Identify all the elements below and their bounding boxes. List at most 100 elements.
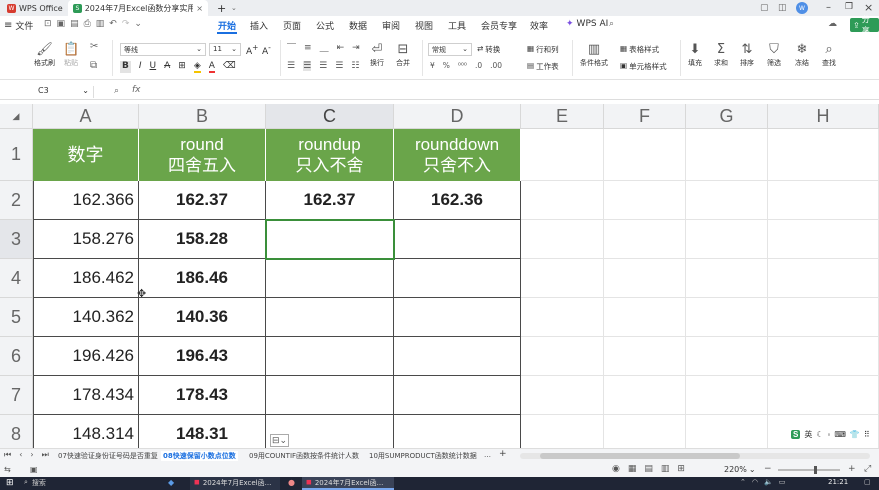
search-icon[interactable]: ⌕ [609,19,614,29]
window-layout-icon[interactable]: ▢ [760,3,769,13]
cell-g6[interactable] [686,337,768,376]
cell-e5[interactable] [521,298,604,337]
strikethrough-icon[interactable]: A [164,61,170,73]
cell-g4[interactable] [686,259,768,298]
tray-chevron-icon[interactable]: ⌃ [740,478,746,486]
notification-icon[interactable]: ▢ [864,478,871,486]
merge-button[interactable]: ⊟ 合并 [396,42,410,68]
sheet-tab[interactable]: 10用SUMPRODUCT函数统计数据 [369,451,477,461]
indent-less-icon[interactable]: ⇤ [337,43,345,53]
zoom-slider-thumb[interactable] [814,466,817,474]
align-top-icon[interactable]: ⎺ [287,43,296,53]
cell-d5[interactable] [394,298,521,337]
first-sheet-icon[interactable]: ⏮ [4,450,11,460]
row-header-5[interactable]: 5 [0,298,33,337]
cell-f1[interactable] [604,129,686,181]
tab-list-dropdown[interactable]: ⌄ [226,0,242,16]
share-button[interactable]: ⇪ 分享 [850,15,879,35]
cell-f2[interactable] [604,181,686,220]
wifi-icon[interactable]: ◠ [752,478,758,486]
font-name-select[interactable]: 等线 ⌄ [120,43,206,56]
row-header-4[interactable]: 4 [0,259,33,298]
cell-h3[interactable] [768,220,879,259]
indent-more-icon[interactable]: ⇥ [352,43,360,53]
page-layout-icon[interactable]: ▤ [644,464,653,474]
column-header-e[interactable]: E [521,104,604,129]
column-header-h[interactable]: H [768,104,879,129]
decrease-decimal-icon[interactable]: .00 [490,61,502,70]
column-header-b[interactable]: B [139,104,266,129]
zoom-in-icon[interactable]: + [848,464,856,474]
eye-protection-icon[interactable]: ◉ [612,464,620,474]
distribute-icon[interactable]: ☷ [351,61,359,71]
formula-input[interactable] [150,85,870,98]
row-header-1[interactable]: 1 [0,129,33,181]
format-painter-button[interactable]: 🖌 格式刷 [34,42,55,68]
font-color-icon[interactable]: A [208,61,215,73]
cell-b6[interactable]: 196.43 [139,337,266,376]
keyboard-icon[interactable]: ⌨ [834,430,846,439]
recorder-icon[interactable]: ● [288,478,295,487]
paste-button[interactable]: 📋 粘贴 [63,42,79,68]
multi-window-icon[interactable]: ◫ [778,3,787,13]
row-header-3[interactable]: 3 [0,220,33,259]
cell-a7[interactable]: 178.434 [33,376,139,415]
row-header-2[interactable]: 2 [0,181,33,220]
menu-insert[interactable]: 插入 [250,19,268,32]
currency-icon[interactable]: ¥ [430,61,435,70]
column-header-f[interactable]: F [604,104,686,129]
cell-c5[interactable] [266,298,394,337]
cell-e6[interactable] [521,337,604,376]
ime-language[interactable]: 英 [804,429,812,440]
menu-home[interactable]: 开始 [218,19,236,32]
row-header-8[interactable]: 8 [0,415,33,448]
column-header-g[interactable]: G [686,104,768,129]
cell-b2[interactable]: 162.37 [139,181,266,220]
freeze-button[interactable]: ❄ 冻结 [795,42,809,68]
wrap-text-button[interactable]: ⏎ 换行 [370,42,384,68]
grid-menu-icon[interactable]: ⠿ [864,430,870,439]
sum-button[interactable]: Σ 求和 [714,42,728,68]
cloud-sync-icon[interactable]: ☁ [828,19,837,29]
menu-view[interactable]: 视图 [415,19,433,32]
user-avatar[interactable]: W [796,2,808,14]
cut-icon[interactable]: ✂ [90,41,98,52]
decrease-font-icon[interactable]: A- [262,43,271,57]
cell-g1[interactable] [686,129,768,181]
next-sheet-icon[interactable]: › [30,450,33,460]
new-doc-icon[interactable]: ⊡ [44,19,52,29]
cell-b4[interactable]: 186.46 [139,259,266,298]
cell-e7[interactable] [521,376,604,415]
cell-c7[interactable] [266,376,394,415]
row-header-7[interactable]: 7 [0,376,33,415]
fullscreen-icon[interactable]: ⤢ [864,464,871,474]
border-icon[interactable]: ⊞ [178,61,186,73]
menu-formula[interactable]: 公式 [316,19,334,32]
redo-icon[interactable]: ↷ [122,19,130,29]
column-header-d[interactable]: D [394,104,521,129]
cell-a6[interactable]: 196.426 [33,337,139,376]
app-home-tab[interactable]: W WPS Office [2,0,68,16]
zoom-formula-icon[interactable]: ⌕ [114,86,119,96]
select-all-corner[interactable]: ◢ [0,104,33,129]
row-col-button[interactable]: ▦ 行和列 [527,44,559,55]
menu-page[interactable]: 页面 [283,19,301,32]
cell-h1[interactable] [768,129,879,181]
function-icon[interactable]: fx [132,85,141,95]
cell-f7[interactable] [604,376,686,415]
taskbar-app-icon[interactable]: ◆ [168,478,174,487]
fill-button[interactable]: ⬇ 填充 [688,42,702,68]
convert-button[interactable]: ⇄ 转换 [477,44,500,55]
normal-view-icon[interactable]: ▦ [628,464,637,474]
align-bottom-icon[interactable]: ⎽ [320,43,329,53]
cell-e2[interactable] [521,181,604,220]
copy-icon[interactable]: ⧉ [90,60,97,71]
cell-d2[interactable]: 162.36 [394,181,521,220]
cell-h5[interactable] [768,298,879,337]
cell-c4[interactable] [266,259,394,298]
taskbar-window-active[interactable]: ◼ 2024年7月Excel函... [302,477,394,490]
document-tab[interactable]: S 2024年7月Excel函数分享实用… × [68,0,208,16]
paste-options-icon[interactable]: ⊟⌄ [270,434,290,447]
sheet-toggle-icon[interactable]: ⇆ [4,465,11,474]
menu-tools[interactable]: 工具 [448,19,466,32]
